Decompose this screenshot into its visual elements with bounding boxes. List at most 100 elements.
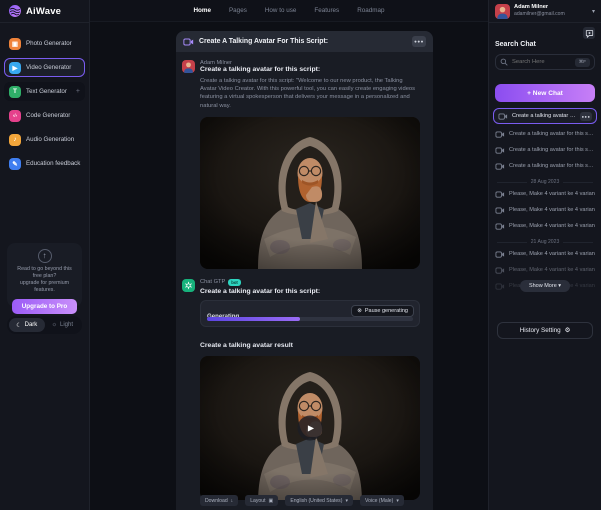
expand-plus-icon[interactable]: + [76,88,80,95]
sidebar-item-education-feedback[interactable]: ✎ Education feedback [4,154,85,173]
sidebar-item-audio-generation[interactable]: ♪ Audio Generation [4,130,85,149]
video-camera-icon [495,251,505,258]
moon-icon: ☾ [16,322,21,329]
video-icon: ▶ [9,62,21,74]
video-camera-icon [495,191,505,198]
gear-icon: ⚙ [565,327,571,334]
search-icon [500,58,508,66]
education-icon: ✎ [9,158,21,170]
sidebar-item-text-generator[interactable]: T Text Generator + [4,82,85,101]
message-body: Create a talking avatar for this script:… [200,77,420,110]
left-sidebar: AiWave ▣ Photo Generator ▶ Video Generat… [0,0,90,510]
search-box[interactable]: ⌘F [495,54,595,70]
chat-item[interactable]: Please, Make 4 variant ke 4 varian [489,262,601,278]
chat-item-menu-button[interactable]: ●●● [580,112,592,121]
sidebar-item-code-generator[interactable]: ‹/› Code Generator [4,106,85,125]
generating-box: Generating... ⊗ Pause generating [200,300,420,327]
sidebar-item-photo-generator[interactable]: ▣ Photo Generator [4,34,85,53]
chat-item[interactable]: Please, Make 4 variant ke 4 varian [489,202,601,218]
voice-label: Voice (Male) [365,498,393,504]
sidebar-item-label: Video Generator [26,64,71,71]
sidebar-item-label: Education feedback [26,160,80,167]
photo-icon: ▣ [9,38,21,50]
search-chat-title: Search Chat [495,41,595,48]
chat-item[interactable]: Create a talking avatar for this scrip [489,142,601,158]
video-camera-icon [495,223,505,230]
download-icon: ↓ [231,498,234,504]
bot-message: Chat GTP bot Create a talking avatar for… [176,269,433,500]
arrow-up-icon: ↑ [38,249,52,263]
progress-fill [207,317,300,321]
brand-name: AiWave [26,6,61,17]
profile-avatar [495,4,510,19]
chat-menu-button[interactable]: ●●● [412,36,426,47]
nav-item-features[interactable]: Features [314,7,339,14]
new-chat-button[interactable]: + New Chat [495,84,595,102]
chat-item[interactable]: Create a talking avatar for this scrip [489,158,601,174]
language-select[interactable]: English (United States) ▾ [285,495,353,506]
show-more-button[interactable]: Show More ▾ [520,280,570,292]
bot-message-title: Create a talking avatar for this script: [200,288,420,295]
upgrade-card: ↑ Read to go beyond this free plan? upgr… [7,243,82,307]
bot-author: Chat GTP [200,279,225,285]
talking-avatar-photo [200,117,420,269]
download-button[interactable]: Download ↓ [200,495,238,506]
progress-bar [207,317,413,321]
chat-item-label: Please, Make 4 variant ke 4 varian [509,207,595,213]
video-camera-icon [495,131,505,138]
search-input[interactable] [512,59,571,65]
sidebar-item-label: Code Generator [26,112,70,119]
compose-chat-button[interactable] [583,27,595,39]
chevron-down-icon[interactable]: ▾ [592,8,595,15]
pause-generating-button[interactable]: ⊗ Pause generating [351,305,414,317]
layout-button[interactable]: Layout ▣ [245,495,278,506]
light-mode-button[interactable]: ☼ Light [45,318,81,332]
top-navigation: Home Pages How to use Features Roadmap [90,0,488,22]
generated-video[interactable]: ▶ [200,356,420,500]
upgrade-text: Read to go beyond this free plan? upgrad… [12,266,77,294]
theme-toggle: ☾ Dark ☼ Light [7,316,82,334]
chat-item[interactable]: Please, Make 4 variant ke 4 varian [489,218,601,234]
chat-item[interactable]: Please, Make 4 variant ke 4 varian [489,186,601,202]
play-button[interactable]: ▶ [298,415,323,440]
dark-label: Dark [25,322,38,328]
video-camera-icon [495,267,505,274]
chevron-down-icon: ▾ [396,498,399,504]
chat-item-active[interactable]: Create a talking avatar for this scrip ●… [493,108,597,124]
brand[interactable]: AiWave [0,0,89,23]
chat-title: Create A Talking Avatar For This Script: [199,38,328,45]
chat-item-label: Please, Make 4 variant ke 4 varian [509,251,595,257]
profile-name: Adam Milner [514,4,565,11]
chat-item[interactable]: Please, Make 4 variant ke 4 varian [489,246,601,262]
chat-item[interactable]: Create a talking avatar for this scrip [489,126,601,142]
generator-menu: ▣ Photo Generator ▶ Video Generator T Te… [0,23,89,173]
profile-card[interactable]: Adam Milner adamilner@gmail.com ▾ [489,0,601,23]
upgrade-to-pro-button[interactable]: Upgrade to Pro [12,299,77,314]
video-camera-icon [495,207,505,214]
chatgpt-avatar [182,279,195,292]
video-toolbar: Download ↓ Layout ▣ English (United Stat… [200,495,404,506]
nav-item-home[interactable]: Home [193,7,211,14]
nav-item-roadmap[interactable]: Roadmap [357,7,384,14]
generated-image [200,117,420,269]
chat-panel: Create A Talking Avatar For This Script:… [176,31,433,510]
dark-mode-button[interactable]: ☾ Dark [9,318,45,332]
aiwave-logo-icon [8,4,22,18]
voice-select[interactable]: Voice (Male) ▾ [360,495,404,506]
bot-badge: bot [228,279,241,286]
nav-item-how-to-use[interactable]: How to use [265,7,297,14]
upgrade-text-line1: Read to go beyond this free plan? [17,266,71,279]
chat-header: Create A Talking Avatar For This Script:… [176,31,433,52]
main-area: Home Pages How to use Features Roadmap C… [90,0,488,510]
sidebar-item-video-generator[interactable]: ▶ Video Generator [4,58,85,77]
sidebar-item-label: Photo Generator [26,40,72,47]
shortcut-badge: ⌘F [575,58,590,67]
video-camera-icon [495,147,505,154]
history-setting-button[interactable]: History Setting ⚙ [497,322,593,339]
sidebar-item-label: Text Generator [26,88,67,95]
user-message: Adam Milner Create a talking avatar for … [176,52,433,269]
profile-email: adamilner@gmail.com [514,11,565,18]
chat-item-label: Create a talking avatar for this scrip [509,147,595,153]
nav-item-pages[interactable]: Pages [229,7,247,14]
chat-item-label: Create a talking avatar for this scrip [509,131,595,137]
